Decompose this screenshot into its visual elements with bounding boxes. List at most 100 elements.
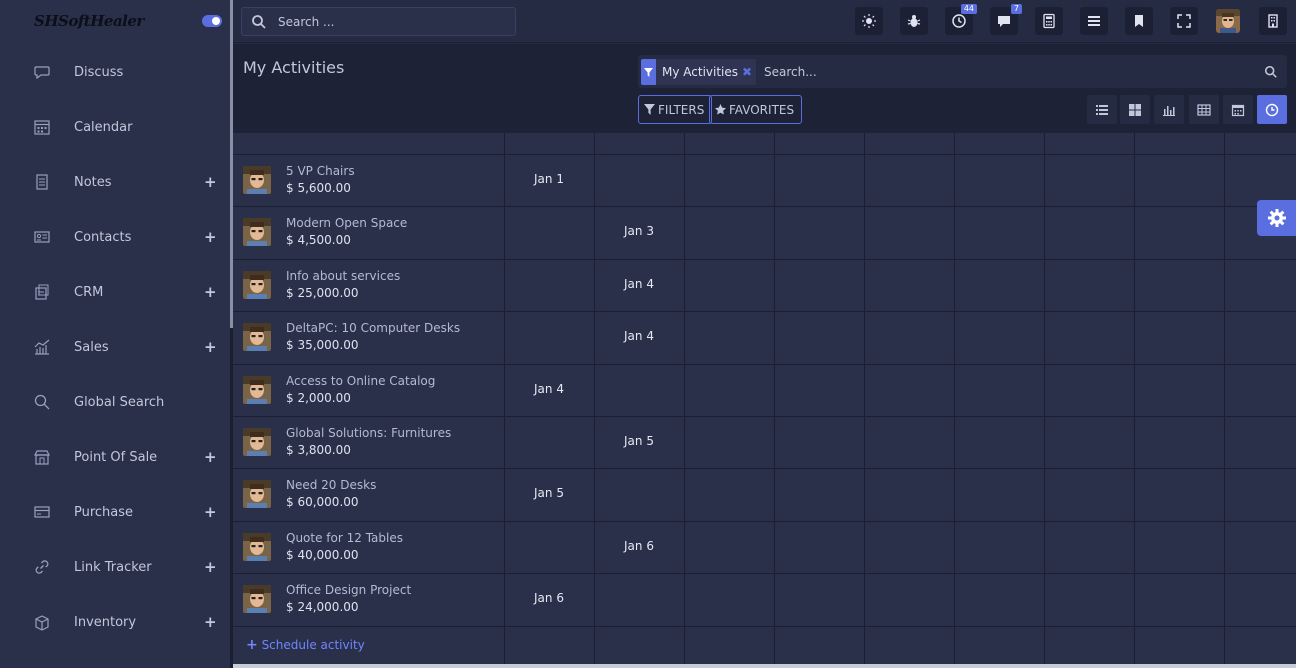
sidebar-item-contacts[interactable]: Contacts + bbox=[0, 217, 232, 257]
sidebar-item-calendar[interactable]: Calendar bbox=[0, 107, 232, 147]
favorites-button[interactable]: FAVORITES bbox=[709, 95, 803, 124]
activity-date-cell[interactable]: Jan 6 bbox=[594, 539, 684, 553]
expand-plus-icon[interactable]: + bbox=[204, 228, 217, 246]
activity-avatar[interactable] bbox=[243, 375, 271, 404]
activity-title[interactable]: Quote for 12 Tables bbox=[286, 531, 403, 545]
activity-title[interactable]: Office Design Project bbox=[286, 583, 411, 597]
horizontal-scrollbar[interactable] bbox=[233, 664, 1296, 668]
company-button[interactable] bbox=[1259, 7, 1287, 35]
grid-row-divider bbox=[233, 468, 1296, 469]
activity-badge: 44 bbox=[960, 4, 977, 14]
expand-plus-icon[interactable]: + bbox=[204, 613, 217, 631]
settings-fab[interactable] bbox=[1257, 200, 1296, 236]
activity-title[interactable]: DeltaPC: 10 Computer Desks bbox=[286, 321, 460, 335]
expand-plus-icon[interactable]: + bbox=[204, 503, 217, 521]
bookmark-button[interactable] bbox=[1125, 7, 1153, 35]
activity-date-cell[interactable]: Jan 4 bbox=[504, 382, 594, 396]
activity-date-cell[interactable]: Jan 4 bbox=[594, 277, 684, 291]
activity-title[interactable]: Global Solutions: Furnitures bbox=[286, 426, 451, 440]
bookmark-icon bbox=[1135, 15, 1143, 27]
star-icon bbox=[715, 104, 726, 115]
activity-date-cell[interactable]: Jan 5 bbox=[504, 486, 594, 500]
activity-title[interactable]: Access to Online Catalog bbox=[286, 374, 435, 388]
activity-avatar[interactable] bbox=[243, 166, 271, 194]
facet-remove-icon[interactable]: ✖ bbox=[742, 65, 756, 79]
activity-avatar[interactable] bbox=[243, 218, 271, 247]
activity-amount: $ 40,000.00 bbox=[286, 547, 359, 562]
bug-icon bbox=[907, 15, 921, 27]
activity-amount: $ 3,800.00 bbox=[286, 443, 351, 457]
sidebar-item-purchase[interactable]: Purchase + bbox=[0, 492, 232, 532]
expand-plus-icon[interactable]: + bbox=[204, 448, 217, 466]
page-title: My Activities bbox=[243, 58, 345, 77]
expand-plus-icon[interactable]: + bbox=[204, 558, 217, 576]
expand-plus-icon[interactable]: + bbox=[204, 173, 217, 191]
search-facet[interactable]: My Activities ✖ bbox=[641, 59, 757, 85]
grid-column-divider bbox=[504, 133, 505, 668]
activity-date-cell[interactable]: Jan 6 bbox=[504, 591, 594, 605]
calendar-view-button[interactable] bbox=[1223, 95, 1253, 124]
grid-icon bbox=[1129, 103, 1141, 116]
list-icon bbox=[1096, 104, 1108, 115]
activity-title[interactable]: Modern Open Space bbox=[286, 216, 407, 230]
sidebar-item-label: CRM bbox=[74, 284, 104, 300]
search-icon[interactable] bbox=[1264, 64, 1278, 78]
sidebar-item-discuss[interactable]: Discuss bbox=[0, 52, 232, 92]
grid-row-divider bbox=[233, 521, 1296, 522]
sidebar-item-inventory[interactable]: Inventory + bbox=[0, 602, 232, 642]
theme-mode-button[interactable] bbox=[855, 7, 883, 35]
sidebar-item-sales[interactable]: Sales + bbox=[0, 327, 232, 367]
filters-button[interactable]: FILTERS bbox=[638, 95, 713, 124]
activity-avatar[interactable] bbox=[243, 323, 271, 352]
pivot-view-button[interactable] bbox=[1189, 95, 1219, 124]
activity-title[interactable]: Info about services bbox=[286, 269, 400, 283]
sidebar-item-notes[interactable]: Notes + bbox=[0, 162, 232, 202]
expand-plus-icon[interactable]: + bbox=[204, 283, 217, 301]
grid-column-divider bbox=[1044, 133, 1045, 668]
grid-column-divider bbox=[1134, 133, 1135, 668]
brand-logo[interactable]: SHSoftHealer bbox=[34, 12, 144, 32]
theme-toggle[interactable] bbox=[202, 15, 222, 27]
activity-title[interactable]: 5 VP Chairs bbox=[286, 164, 355, 178]
sidebar-item-crm[interactable]: CRM + bbox=[0, 272, 232, 312]
menu-toggle-button[interactable] bbox=[1080, 7, 1108, 35]
sidebar-item-label: Contacts bbox=[74, 229, 132, 245]
activity-avatar[interactable] bbox=[243, 532, 271, 561]
user-avatar[interactable] bbox=[1216, 9, 1240, 33]
messages-button[interactable]: 7 bbox=[990, 4, 1022, 35]
filter-icon bbox=[641, 59, 656, 85]
gear-icon bbox=[1267, 209, 1286, 227]
sidebar-item-link-tracker[interactable]: Link Tracker + bbox=[0, 547, 232, 587]
activity-avatar[interactable] bbox=[243, 480, 271, 509]
sidebar-item-global-search[interactable]: Global Search bbox=[0, 382, 232, 422]
activity-avatar[interactable] bbox=[243, 428, 271, 456]
activity-date-cell[interactable]: Jan 3 bbox=[594, 224, 684, 238]
activity-view-button[interactable] bbox=[1257, 95, 1287, 124]
list-view-button[interactable] bbox=[1087, 95, 1117, 124]
global-search-box[interactable] bbox=[241, 7, 516, 36]
activity-date-cell[interactable]: Jan 4 bbox=[594, 329, 684, 343]
schedule-activity-link[interactable]: + Schedule activity bbox=[246, 637, 365, 653]
expand-plus-icon[interactable]: + bbox=[204, 338, 217, 356]
grid-row-divider bbox=[233, 416, 1296, 417]
crm-icon bbox=[33, 283, 51, 301]
global-search-input[interactable] bbox=[278, 12, 508, 32]
kanban-view-button[interactable] bbox=[1120, 95, 1150, 124]
sun-icon bbox=[862, 14, 876, 28]
sidebar-item-label: Calendar bbox=[74, 119, 133, 135]
sidebar-item-label: Inventory bbox=[74, 614, 137, 630]
fullscreen-button[interactable] bbox=[1170, 7, 1198, 35]
activity-avatar[interactable] bbox=[243, 585, 271, 614]
activity-title[interactable]: Need 20 Desks bbox=[286, 478, 376, 492]
activity-avatar[interactable] bbox=[243, 270, 271, 299]
activity-date-cell[interactable]: Jan 5 bbox=[594, 434, 684, 448]
calculator-button[interactable] bbox=[1035, 7, 1063, 35]
sidebar-item-point-of-sale[interactable]: Point Of Sale + bbox=[0, 437, 232, 477]
grid-column-divider bbox=[954, 133, 955, 668]
debug-button[interactable] bbox=[900, 7, 928, 35]
grid-column-divider bbox=[684, 133, 685, 668]
facet-search-input[interactable] bbox=[764, 63, 1244, 81]
graph-view-button[interactable] bbox=[1154, 95, 1184, 124]
activity-date-cell[interactable]: Jan 1 bbox=[504, 172, 594, 186]
activity-button[interactable]: 44 bbox=[945, 4, 977, 35]
